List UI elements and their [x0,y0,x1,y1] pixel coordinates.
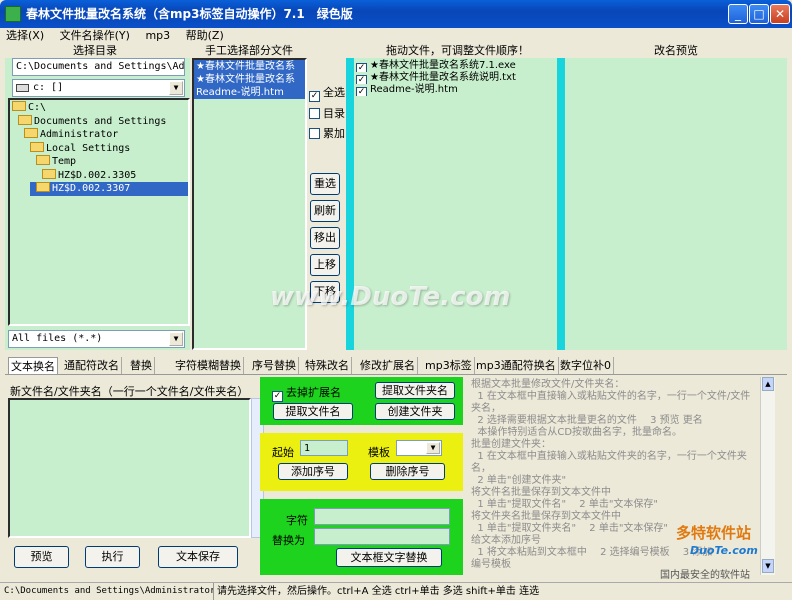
chevron-down-icon[interactable]: ▼ [169,81,183,95]
char-label: 字符 [286,514,308,527]
menu-select[interactable]: 选择(X) [0,28,50,44]
folder-open-icon [24,128,38,138]
refresh-button[interactable]: 刷新 [310,200,340,222]
folder-open-icon [36,155,50,165]
folder-open-icon [12,101,26,111]
option-select-all[interactable]: ✓ 全选 [309,84,345,102]
menu-filename-ops[interactable]: 文件名操作(Y) [54,28,136,44]
splitter-right[interactable] [557,58,565,350]
tab-zero-pad[interactable]: 数字位补0 [558,357,614,374]
replace-with-input[interactable] [314,528,450,545]
filter-value: All files (*.*) [12,333,103,344]
list-item[interactable]: ★春林文件批量改名系 [194,73,305,86]
tab-special-rename[interactable]: 特殊改名 [303,357,352,374]
tab-ext-modify[interactable]: 修改扩展名 [358,357,418,374]
list-item[interactable]: ✓ Readme-说明.htm [354,83,554,96]
list-item[interactable]: Readme-说明.htm [194,86,305,99]
scroll-up-icon[interactable]: ▲ [762,377,774,391]
status-hint: 请先选择文件，然后操作。ctrl+A 全选 ctrl+单击 多选 shift+单… [217,586,540,597]
checkbox-checked-icon[interactable]: ✓ [272,391,283,402]
chevron-down-icon[interactable]: ▼ [169,332,183,346]
execute-button[interactable]: 执行 [85,546,140,568]
dir-tree[interactable]: C:\ Documents and Settings Administrator… [8,98,190,326]
tree-node[interactable]: HZ$D.002.3305 [42,169,136,183]
tree-node[interactable]: C:\ [12,101,46,115]
close-button[interactable]: ✕ [770,4,790,24]
template-combo[interactable]: ▼ [396,440,442,456]
delete-seq-button[interactable]: 删除序号 [370,463,445,480]
tab-mp3-wildcard[interactable]: mp3通配符换名 [474,357,559,374]
drive-value: c: [] [33,82,64,93]
list-item[interactable]: ★春林文件批量改名系 [194,60,305,73]
tree-node[interactable]: Administrator [24,128,118,142]
app-icon [5,6,21,22]
watermark-center: www.DuoTe.com [270,282,511,312]
header-select-dir: 选择目录 [0,44,190,58]
tree-node-selected[interactable]: HZ$D.002.3307 [30,182,188,196]
tab-seq-replace[interactable]: 序号替换 [250,357,299,374]
text-rename-caption: 新文件名/文件夹名（一行一个文件名/文件夹名） [10,385,249,398]
maximize-button[interactable]: □ [749,4,769,24]
tree-node[interactable]: Local Settings [30,142,130,156]
title-bar: 春林文件批量改名系统（含mp3标签自动操作）7.1 绿色版 [0,0,792,28]
tab-mp3-tag[interactable]: mp3标签 [423,357,475,374]
template-label: 模板 [368,446,390,459]
dir-path-field[interactable]: C:\Documents and Settings\Ad [12,58,185,76]
tab-fuzzy-replace[interactable]: 字符模糊替换 [173,357,244,374]
preview-button[interactable]: 预览 [14,546,69,568]
text-replace-button[interactable]: 文本框文字替换 [336,548,442,567]
minimize-button[interactable]: _ [728,4,748,24]
remove-button[interactable]: 移出 [310,227,340,249]
watermark-url: DuoTe.com [690,544,758,557]
header-drag-files: 拖动文件，可调整文件顺序！ [350,44,565,58]
header-rename-preview: 改名预览 [565,44,787,58]
tab-wildcard-rename[interactable]: 通配符改名 [62,357,122,374]
save-text-button[interactable]: 文本保存 [158,546,238,568]
status-path: C:\Documents and Settings\Administrator\… [4,583,214,600]
help-scrollbar[interactable]: ▲ ▼ [760,377,775,575]
header-manual-select: 手工选择部分文件 [190,44,308,58]
folder-open-icon [18,115,32,125]
status-bar: C:\Documents and Settings\Administrator\… [0,582,792,600]
menu-mp3[interactable]: mp3 [139,28,176,44]
scroll-down-icon[interactable]: ▼ [762,559,774,573]
option-append[interactable]: 累加 [309,125,345,141]
window-title: 春林文件批量改名系统（含mp3标签自动操作）7.1 绿色版 [26,7,353,21]
option-directory[interactable]: 目录 [309,105,345,121]
watermark-brand: 多特软件站 [676,524,752,542]
watermark-slogan: 国内最安全的软件站 [660,570,750,581]
folder-open-icon [42,169,56,179]
tree-node[interactable]: Documents and Settings [18,115,166,129]
tab-replace[interactable]: 替换 [128,357,155,374]
drive-icon [16,84,29,92]
checkbox-icon[interactable] [309,128,320,139]
folder-open-icon [36,182,50,192]
replace-with-label: 替换为 [272,534,305,547]
checkbox-checked-icon[interactable]: ✓ [309,91,320,102]
add-seq-button[interactable]: 添加序号 [278,463,348,480]
filter-combo[interactable]: All files (*.*) ▼ [8,330,185,348]
reselect-button[interactable]: 重选 [310,173,340,195]
start-input[interactable]: 1 [300,440,348,456]
checkbox-icon[interactable] [309,108,320,119]
option-remove-ext[interactable]: ✓ 去掉扩展名 [272,384,341,402]
extract-folder-button[interactable]: 提取文件夹名 [375,382,455,399]
chevron-down-icon[interactable]: ▼ [426,442,440,454]
names-textarea[interactable] [8,398,251,538]
checkbox-checked-icon[interactable]: ✓ [356,87,367,96]
tree-node[interactable]: Temp [36,155,76,169]
start-label: 起始 [272,446,294,459]
char-input[interactable] [314,508,450,525]
create-folder-button[interactable]: 创建文件夹 [375,403,455,420]
menu-bar: 选择(X) 文件名操作(Y) mp3 帮助(Z) [0,28,792,44]
folder-open-icon [30,142,44,152]
move-up-button[interactable]: 上移 [310,254,340,276]
rename-preview-list [565,58,787,350]
menu-help[interactable]: 帮助(Z) [180,28,230,44]
extract-file-button[interactable]: 提取文件名 [273,403,353,420]
tab-text-rename[interactable]: 文本换名 [8,357,58,374]
drive-combo[interactable]: c: [] ▼ [12,79,185,97]
